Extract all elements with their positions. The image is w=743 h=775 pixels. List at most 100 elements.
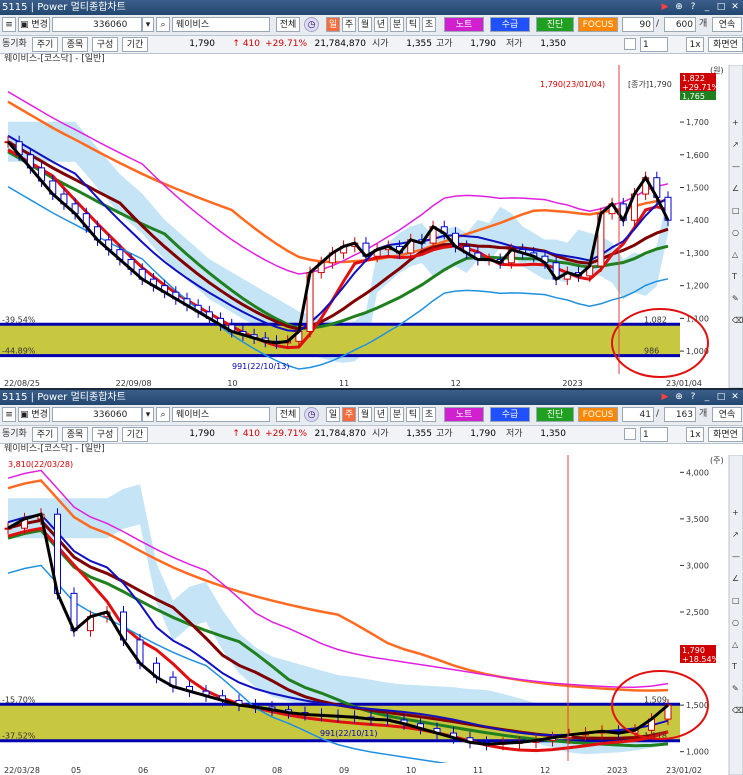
maximize-icon[interactable]: □ xyxy=(715,1,727,13)
x-tick-label: 23/01/02 xyxy=(666,766,702,775)
supply-button[interactable]: 수급 xyxy=(490,17,530,32)
continuous-button[interactable]: 연속 xyxy=(712,17,742,32)
min-price-label: 991(22/10/13) xyxy=(232,362,289,371)
period-button[interactable]: 기간 xyxy=(122,427,148,442)
tab-period-day[interactable]: 일 xyxy=(326,407,340,422)
link-icon[interactable]: ⊕ xyxy=(673,391,685,403)
period-button[interactable]: 기간 xyxy=(122,37,148,52)
price-value: 1,790 xyxy=(189,429,215,439)
menu-button[interactable]: ≡ xyxy=(2,407,16,422)
x-tick-label: 22/03/28 xyxy=(4,766,40,775)
close-icon[interactable]: ✕ xyxy=(729,391,741,403)
checkbox[interactable] xyxy=(624,38,636,50)
continuous-button[interactable]: 연속 xyxy=(712,407,742,422)
change-button[interactable]: ▣ 변경 xyxy=(18,407,50,422)
code-input[interactable]: 336060 xyxy=(52,407,142,422)
focus-button[interactable]: FOCUS xyxy=(578,407,618,422)
menu-button[interactable]: ≡ xyxy=(2,17,16,32)
top-chart-svg[interactable]: (원)1,7001,6001,5001,4001,3001,2001,1001,… xyxy=(0,65,743,388)
low-value: 1,350 xyxy=(540,39,566,49)
tab-period-day[interactable]: 일 xyxy=(326,17,340,32)
tab-period-week[interactable]: 주 xyxy=(342,407,356,422)
layout-button[interactable]: 구성 xyxy=(92,427,118,442)
x-axis-area xyxy=(0,763,743,775)
drawing-tool-icon: △ xyxy=(732,640,739,649)
chart-title: 웨이비스-[코스닥] - [일반] xyxy=(4,444,105,454)
y-tick-label: 4,000 xyxy=(686,468,709,477)
change-button[interactable]: ▣ 변경 xyxy=(18,17,50,32)
screen-continuous-button[interactable]: 화면연 xyxy=(708,37,743,52)
tab-period-tick[interactable]: 틱 xyxy=(406,17,420,32)
all-button[interactable]: 전체 xyxy=(276,407,300,422)
code-dropdown[interactable]: ▾ xyxy=(142,17,154,32)
checkbox[interactable] xyxy=(624,428,636,440)
cycle-button[interactable]: 주기 xyxy=(32,427,58,442)
sync-label[interactable]: 동기화 xyxy=(2,427,27,442)
left-pct-top: -15.70% xyxy=(2,695,36,704)
minimize-icon[interactable]: _ xyxy=(701,391,713,403)
x-tick-label: 07 xyxy=(205,766,215,775)
timer-icon[interactable]: ◷ xyxy=(304,17,319,32)
x-tick-label: 22/08/25 xyxy=(4,379,40,388)
minimize-icon[interactable]: _ xyxy=(701,1,713,13)
spin-input[interactable]: 1 xyxy=(640,37,668,52)
top-chart[interactable]: (원) 1,700 1,600 1,500 1,400 1,300 1,200 1,100 1,… xyxy=(0,65,743,388)
tool-sidebar xyxy=(728,65,743,388)
tab-period-minute[interactable]: 분 xyxy=(390,407,404,422)
diagnosis-button[interactable]: 진단 xyxy=(536,17,574,32)
line-value-bottom: 986 xyxy=(644,347,659,356)
focus-button[interactable]: FOCUS xyxy=(578,17,618,32)
diagnosis-button[interactable]: 진단 xyxy=(536,407,574,422)
y-tick-label: 1,500 xyxy=(686,184,709,193)
tab-period-month[interactable]: 월 xyxy=(358,407,372,422)
bottom-chart-svg[interactable]: (주)4,0003,5003,0002,5002,0001,5001,0001,… xyxy=(0,455,743,775)
code-dropdown[interactable]: ▾ xyxy=(142,407,154,422)
y-tick-label: 1,600 xyxy=(686,151,709,160)
top-chart-window: 5115 | Power 멀티종합차트 ▶ ⊕ ? _ □ ✕ ≡ ▣ 변경 3… xyxy=(0,0,743,388)
count-input[interactable]: 90 xyxy=(622,17,654,32)
price-tag: 1,822 xyxy=(682,74,705,83)
bottom-chart[interactable]: (주)4,0003,5003,0002,5002,0001,5001,0001,… xyxy=(0,455,743,775)
stock-name-field[interactable]: 웨이비스 xyxy=(172,407,270,422)
tab-period-second[interactable]: 초 xyxy=(422,17,436,32)
cycle-button[interactable]: 주기 xyxy=(32,37,58,52)
search-icon[interactable]: ⌕ xyxy=(156,17,170,32)
drawing-tool-icon: ⌫ xyxy=(732,316,743,325)
item-button[interactable]: 종목 xyxy=(62,37,88,52)
all-button[interactable]: 전체 xyxy=(276,17,300,32)
open-label: 시가 xyxy=(372,429,389,439)
tab-period-tick[interactable]: 틱 xyxy=(406,407,420,422)
supply-button[interactable]: 수급 xyxy=(490,407,530,422)
tab-period-minute[interactable]: 분 xyxy=(390,17,404,32)
search-icon[interactable]: ⌕ xyxy=(156,407,170,422)
layout-button[interactable]: 구성 xyxy=(92,37,118,52)
sync-label[interactable]: 동기화 xyxy=(2,37,27,52)
close-icon[interactable]: ✕ xyxy=(729,1,741,13)
timer-icon[interactable]: ◷ xyxy=(304,407,319,422)
scale-button[interactable]: 1x xyxy=(686,427,704,442)
note-button[interactable]: 노트 xyxy=(444,17,484,32)
tab-period-week[interactable]: 주 xyxy=(342,17,356,32)
scale-button[interactable]: 1x xyxy=(686,37,704,52)
drawing-tool-icon: T xyxy=(731,662,737,671)
note-button[interactable]: 노트 xyxy=(444,407,484,422)
help-icon[interactable]: ? xyxy=(687,391,699,403)
flag-icon[interactable]: ▶ xyxy=(659,391,671,403)
maximize-icon[interactable]: □ xyxy=(715,391,727,403)
count-input[interactable]: 41 xyxy=(622,407,654,422)
price-tag: 1,765 xyxy=(682,92,705,101)
item-button[interactable]: 종목 xyxy=(62,427,88,442)
flag-icon[interactable]: ▶ xyxy=(659,1,671,13)
tab-period-second[interactable]: 초 xyxy=(422,407,436,422)
tab-period-month[interactable]: 월 xyxy=(358,17,372,32)
code-input[interactable]: 336060 xyxy=(52,17,142,32)
link-icon[interactable]: ⊕ xyxy=(673,1,685,13)
open-value: 1,355 xyxy=(406,429,432,439)
high-value: 1,790 xyxy=(470,429,496,439)
tab-period-year[interactable]: 년 xyxy=(374,17,388,32)
spin-input[interactable]: 1 xyxy=(640,427,668,442)
screen-continuous-button[interactable]: 화면연 xyxy=(708,427,743,442)
tab-period-year[interactable]: 년 xyxy=(374,407,388,422)
stock-name-field[interactable]: 웨이비스 xyxy=(172,17,270,32)
help-icon[interactable]: ? xyxy=(687,1,699,13)
